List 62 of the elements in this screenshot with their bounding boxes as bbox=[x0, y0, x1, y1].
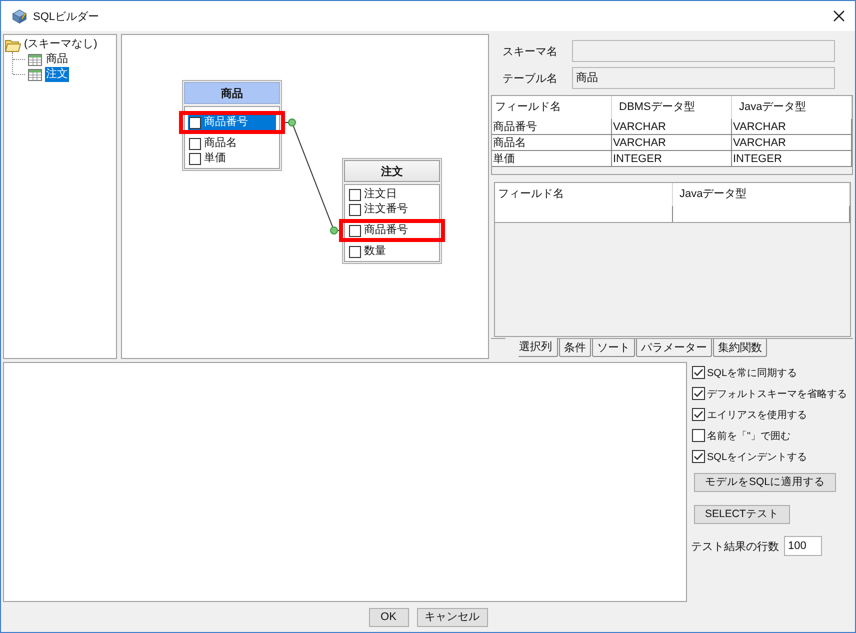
action-button[interactable]: SELECTテスト bbox=[694, 505, 790, 524]
option-label: 名前を「"」で囲む bbox=[707, 430, 791, 442]
checkbox[interactable] bbox=[349, 246, 361, 258]
table-cell: VARCHAR bbox=[612, 119, 732, 135]
table-cell: INTEGER bbox=[732, 151, 852, 167]
field-row[interactable]: 数量 bbox=[348, 244, 436, 259]
field-label: テスト結果の行数 bbox=[691, 540, 779, 554]
empty-table-row[interactable] bbox=[495, 206, 850, 223]
field-row[interactable]: 注文番号 bbox=[348, 202, 436, 217]
option-label: SQLを常に同期する bbox=[707, 366, 798, 380]
table-cell: VARCHAR bbox=[732, 135, 852, 151]
tree-item[interactable]: (スキーマなし) bbox=[23, 37, 98, 52]
table-cell: VARCHAR bbox=[612, 135, 732, 151]
tab[interactable]: 選択列 bbox=[505, 338, 558, 357]
dialog-button[interactable]: キャンセル bbox=[416, 608, 488, 626]
checkbox[interactable] bbox=[692, 429, 705, 442]
tab[interactable]: 条件 bbox=[559, 339, 591, 357]
checkbox[interactable] bbox=[189, 116, 201, 128]
field-label: テーブル名 bbox=[502, 72, 558, 86]
tab[interactable]: 集約関数 bbox=[713, 339, 767, 357]
window-title: SQLビルダー bbox=[33, 10, 100, 24]
table-cell: 単価 bbox=[492, 151, 612, 167]
checkbox[interactable] bbox=[692, 408, 705, 421]
field-row[interactable]: 単価 bbox=[188, 151, 276, 166]
checkbox[interactable] bbox=[189, 138, 201, 150]
endpoint-icon[interactable] bbox=[330, 226, 338, 234]
folder-icon bbox=[5, 38, 21, 52]
endpoint-icon[interactable] bbox=[288, 118, 296, 126]
tab[interactable]: パラメーター bbox=[636, 339, 712, 357]
field-row[interactable]: 商品番号 bbox=[188, 115, 276, 130]
table-cell: 商品名 bbox=[492, 135, 612, 151]
tree-item[interactable]: 注文 bbox=[45, 67, 69, 82]
app-icon bbox=[12, 8, 27, 24]
tab[interactable]: ソート bbox=[592, 339, 635, 357]
table-cell: INTEGER bbox=[612, 151, 732, 167]
field-row[interactable]: 商品名 bbox=[188, 136, 276, 151]
table-node[interactable]: 商品 商品番号 商品名 単価 bbox=[182, 80, 282, 171]
checkbox[interactable] bbox=[189, 152, 201, 164]
table-cell: VARCHAR bbox=[732, 119, 852, 135]
field-row[interactable]: 注文日 bbox=[348, 187, 436, 202]
table-title[interactable]: 商品 bbox=[184, 82, 280, 104]
checkbox[interactable] bbox=[349, 204, 361, 216]
table-icon bbox=[28, 68, 42, 80]
dialog-button[interactable]: OK bbox=[368, 608, 408, 626]
action-button[interactable]: モデルをSQLに適用する bbox=[694, 473, 836, 492]
option-label: デフォルトスキーマを省略する bbox=[707, 388, 847, 400]
table-cell: 商品番号 bbox=[492, 119, 612, 135]
table-title[interactable]: 注文 bbox=[344, 160, 440, 182]
option-label: エイリアスを使用する bbox=[707, 408, 807, 422]
checkbox[interactable] bbox=[692, 450, 705, 463]
option-label: SQLをインデントする bbox=[707, 450, 808, 464]
row-count-input[interactable]: 100 bbox=[784, 536, 822, 556]
table-node[interactable]: 注文 注文日 注文番号 商品番号 数量 bbox=[342, 158, 442, 264]
field-label: スキーマ名 bbox=[502, 44, 558, 58]
close-icon[interactable] bbox=[833, 10, 845, 22]
checkbox[interactable] bbox=[692, 366, 705, 379]
checkbox[interactable] bbox=[349, 188, 361, 200]
table-icon bbox=[28, 54, 42, 66]
checkbox[interactable] bbox=[692, 387, 705, 400]
tree-item[interactable]: 商品 bbox=[45, 52, 69, 67]
checkbox[interactable] bbox=[349, 224, 361, 236]
field-row[interactable]: 商品番号 bbox=[348, 223, 436, 238]
